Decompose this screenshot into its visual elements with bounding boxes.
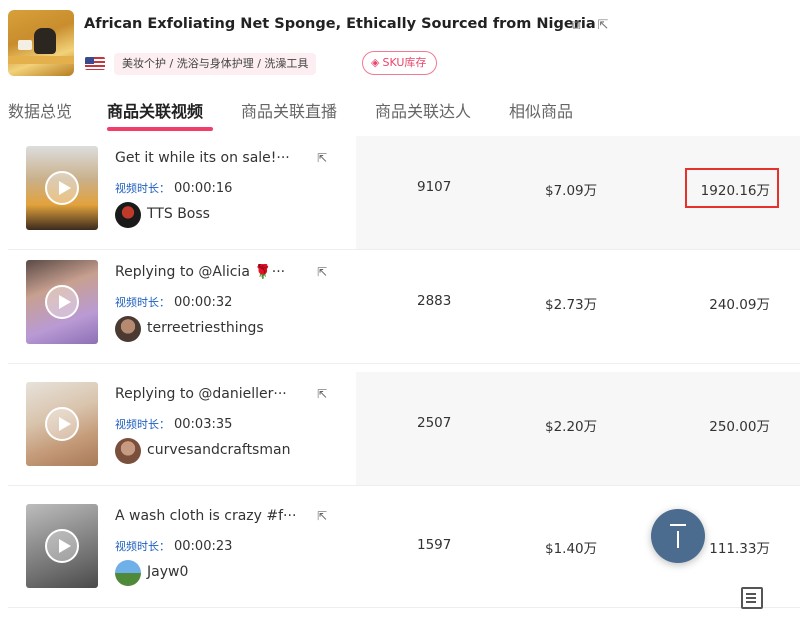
tab-data-overview[interactable]: 数据总览 bbox=[8, 98, 72, 122]
scroll-to-top-button[interactable] bbox=[651, 509, 705, 563]
duration-value: 00:03:35 bbox=[174, 417, 233, 432]
duration-label: 视频时长： bbox=[115, 182, 170, 195]
sku-label: SKU库存 bbox=[382, 56, 427, 69]
copy-icon[interactable]: ⧉ bbox=[568, 18, 584, 34]
product-header: African Exfoliating Net Sponge, Ethicall… bbox=[0, 0, 800, 132]
video-duration: 视频时长： 00:00:16 bbox=[115, 180, 232, 196]
video-duration: 视频时长： 00:00:23 bbox=[115, 538, 232, 554]
video-thumbnail[interactable] bbox=[26, 504, 98, 588]
video-duration: 视频时长： 00:03:35 bbox=[115, 416, 232, 432]
video-info-cell: Get it while its on sale!··· ⇱ 视频时长： 00:0… bbox=[8, 136, 356, 249]
video-author[interactable]: curvesandcraftsman bbox=[147, 442, 290, 458]
video-info-cell: Replying to @danieller··· ⇱ 视频时长： 00:03:3… bbox=[8, 372, 356, 485]
external-link-icon[interactable]: ⇱ bbox=[317, 151, 327, 165]
video-author[interactable]: TTS Boss bbox=[147, 206, 210, 222]
duration-label: 视频时长： bbox=[115, 540, 170, 553]
sku-inventory-button[interactable]: ◈ SKU库存 bbox=[362, 51, 438, 75]
video-title[interactable]: Replying to @danieller··· bbox=[115, 386, 305, 402]
sku-icon: ◈ bbox=[371, 56, 380, 69]
product-title[interactable]: African Exfoliating Net Sponge, Ethicall… bbox=[84, 16, 596, 32]
gmv-value: 250.00万 bbox=[709, 419, 770, 435]
avatar[interactable] bbox=[115, 316, 141, 342]
video-title[interactable]: Replying to @Alicia 🌹··· bbox=[115, 264, 305, 280]
avatar[interactable] bbox=[115, 438, 141, 464]
highlight-box bbox=[685, 168, 779, 208]
video-thumbnail[interactable] bbox=[26, 146, 98, 230]
gmv-value: 240.09万 bbox=[709, 297, 770, 313]
tab-related-creators[interactable]: 商品关联达人 bbox=[375, 98, 471, 122]
us-flag-icon bbox=[85, 57, 105, 70]
sales-value: $1.40万 bbox=[545, 541, 598, 557]
play-icon[interactable] bbox=[45, 529, 79, 563]
video-title[interactable]: Get it while its on sale!··· bbox=[115, 150, 305, 166]
views-value: 9107 bbox=[417, 179, 452, 195]
external-link-icon[interactable]: ⇱ bbox=[317, 265, 327, 279]
duration-label: 视频时长： bbox=[115, 418, 170, 431]
avatar[interactable] bbox=[115, 560, 141, 586]
duration-value: 00:00:23 bbox=[174, 539, 233, 554]
active-tab-indicator bbox=[107, 127, 213, 131]
document-icon[interactable] bbox=[741, 587, 763, 609]
views-value: 2883 bbox=[417, 293, 452, 309]
video-info-cell: Replying to @Alicia 🌹··· ⇱ 视频时长： 00:00:32… bbox=[8, 250, 356, 363]
sales-value: $2.73万 bbox=[545, 297, 598, 313]
duration-label: 视频时长： bbox=[115, 296, 170, 309]
video-author[interactable]: terreetriesthings bbox=[147, 320, 264, 336]
tab-related-videos[interactable]: 商品关联视频 bbox=[107, 98, 203, 122]
views-value: 1597 bbox=[417, 537, 452, 553]
external-link-icon[interactable]: ⇱ bbox=[317, 509, 327, 523]
duration-value: 00:00:32 bbox=[174, 295, 233, 310]
tab-similar-products[interactable]: 相似商品 bbox=[509, 98, 573, 122]
video-thumbnail[interactable] bbox=[26, 382, 98, 466]
category-tag: 美妆个护 / 洗浴与身体护理 / 洗澡工具 bbox=[114, 53, 317, 75]
play-icon[interactable] bbox=[45, 407, 79, 441]
views-value: 2507 bbox=[417, 415, 452, 431]
sales-value: $7.09万 bbox=[545, 183, 598, 199]
video-title[interactable]: A wash cloth is crazy #f··· bbox=[115, 508, 305, 524]
sales-value: $2.20万 bbox=[545, 419, 598, 435]
video-thumbnail[interactable] bbox=[26, 260, 98, 344]
table-row[interactable]: Replying to @Alicia 🌹··· ⇱ 视频时长： 00:00:32… bbox=[8, 250, 800, 364]
product-thumbnail[interactable] bbox=[8, 10, 74, 76]
duration-value: 00:00:16 bbox=[174, 181, 233, 196]
external-link-icon[interactable]: ⇱ bbox=[317, 387, 327, 401]
table-row[interactable]: Get it while its on sale!··· ⇱ 视频时长： 00:0… bbox=[8, 136, 800, 250]
gmv-value: 111.33万 bbox=[709, 541, 770, 557]
external-link-icon[interactable]: ⇱ bbox=[595, 18, 611, 34]
video-info-cell: A wash cloth is crazy #f··· ⇱ 视频时长： 00:00… bbox=[8, 494, 356, 607]
video-author[interactable]: Jayw0 bbox=[147, 564, 188, 580]
video-duration: 视频时长： 00:00:32 bbox=[115, 294, 232, 310]
table-row[interactable]: Replying to @danieller··· ⇱ 视频时长： 00:03:3… bbox=[8, 372, 800, 486]
avatar[interactable] bbox=[115, 202, 141, 228]
tab-related-live[interactable]: 商品关联直播 bbox=[241, 98, 337, 122]
play-icon[interactable] bbox=[45, 285, 79, 319]
play-icon[interactable] bbox=[45, 171, 79, 205]
tab-bar: 数据总览 商品关联视频 商品关联直播 商品关联达人 相似商品 bbox=[0, 92, 800, 132]
